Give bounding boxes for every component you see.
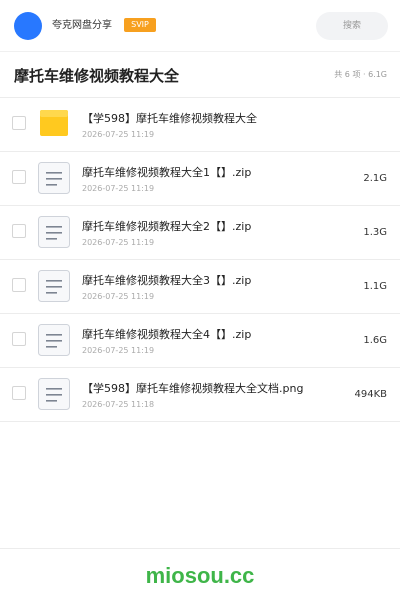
file-name[interactable]: 摩托车维修视频教程大全4【】.zip [82, 327, 251, 342]
document-icon [37, 215, 71, 249]
file-date: 2026-07-25 11:18 [82, 400, 155, 409]
folder-icon [37, 107, 71, 141]
document-icon [37, 377, 71, 411]
file-date: 2026-07-25 11:19 [82, 292, 155, 301]
list-item[interactable]: 【学598】摩托车维修视频教程大全 2026-07-25 11:19 [0, 98, 400, 152]
checkbox[interactable] [12, 116, 26, 130]
app-name: 夸克网盘分享 [52, 20, 112, 31]
file-date: 2026-07-25 11:19 [82, 346, 155, 355]
file-size: 1.3G [363, 227, 387, 238]
svip-badge: SVIP [124, 18, 156, 32]
document-icon [37, 323, 71, 357]
folder-header: 摩托车维修视频教程大全 共 6 项 · 6.1G [0, 52, 400, 98]
file-name[interactable]: 摩托车维修视频教程大全3【】.zip [82, 273, 251, 288]
checkbox[interactable] [12, 386, 26, 400]
file-name[interactable]: 摩托车维修视频教程大全2【】.zip [82, 219, 251, 234]
file-name[interactable]: 摩托车维修视频教程大全1【】.zip [82, 165, 251, 180]
file-name[interactable]: 【学598】摩托车维修视频教程大全 [82, 111, 257, 126]
page-title: 摩托车维修视频教程大全 [14, 67, 180, 85]
checkbox[interactable] [12, 170, 26, 184]
footer: miosou.cc [0, 548, 400, 600]
file-list: 【学598】摩托车维修视频教程大全 2026-07-25 11:19 摩托车维修视频… [0, 98, 400, 422]
search-input[interactable]: 搜索 [316, 12, 388, 40]
checkbox[interactable] [12, 278, 26, 292]
document-icon [37, 161, 71, 195]
file-date: 2026-07-25 11:19 [82, 238, 155, 247]
file-size: 494KB [354, 389, 387, 400]
avatar[interactable] [14, 12, 42, 40]
folder-summary: 共 6 项 · 6.1G [334, 70, 387, 79]
file-size: 2.1G [363, 173, 387, 184]
file-date: 2026-07-25 11:19 [82, 130, 155, 139]
file-size: 1.6G [363, 335, 387, 346]
checkbox[interactable] [12, 224, 26, 238]
watermark-text: miosou.cc [145, 563, 255, 588]
file-size: 1.1G [363, 281, 387, 292]
checkbox[interactable] [12, 332, 26, 346]
list-item[interactable]: 摩托车维修视频教程大全1【】.zip 2026-07-25 11:19 2.1G [0, 152, 400, 206]
list-item[interactable]: 摩托车维修视频教程大全4【】.zip 2026-07-25 11:19 1.6G [0, 314, 400, 368]
document-icon [37, 269, 71, 303]
list-item[interactable]: 摩托车维修视频教程大全3【】.zip 2026-07-25 11:19 1.1G [0, 260, 400, 314]
file-name[interactable]: 【学598】摩托车维修视频教程大全文档.png [82, 381, 303, 396]
file-date: 2026-07-25 11:19 [82, 184, 155, 193]
list-item[interactable]: 【学598】摩托车维修视频教程大全文档.png 2026-07-25 11:18 4… [0, 368, 400, 422]
top-bar: 夸克网盘分享 SVIP 搜索 [0, 0, 400, 52]
list-item[interactable]: 摩托车维修视频教程大全2【】.zip 2026-07-25 11:19 1.3G [0, 206, 400, 260]
